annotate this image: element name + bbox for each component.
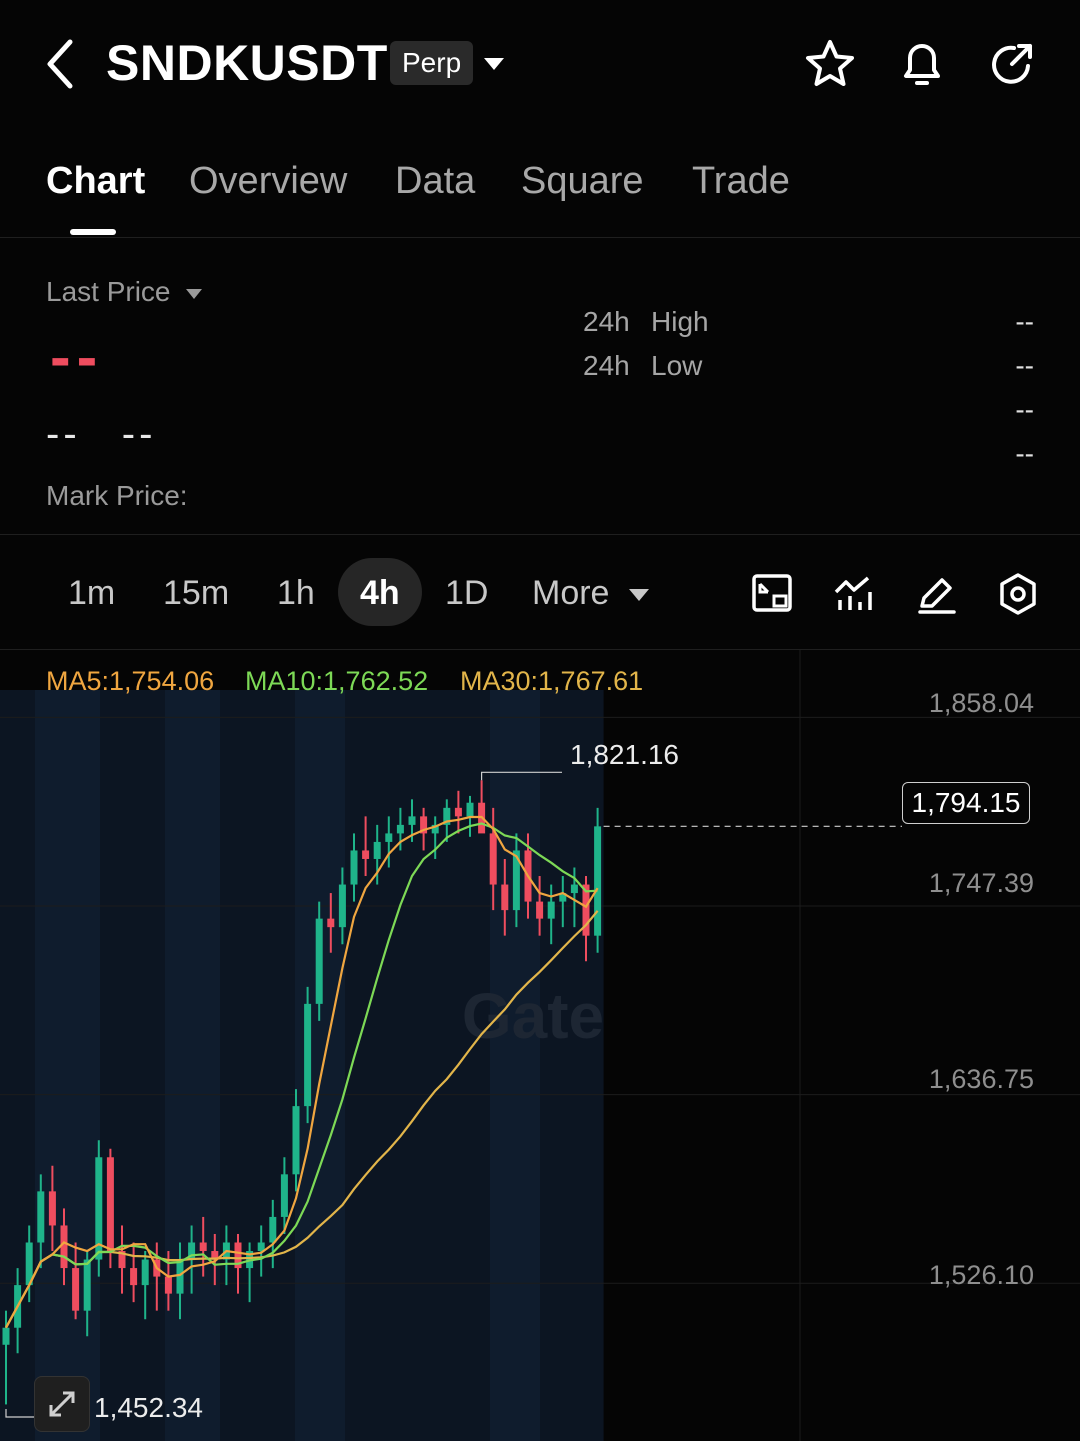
ma10-label: MA10:1,762.52 bbox=[245, 666, 429, 696]
alert-bell-icon[interactable] bbox=[896, 38, 948, 90]
max-price-annotation: 1,821.16 bbox=[570, 739, 679, 770]
candle-body bbox=[408, 816, 416, 825]
mark-price-label: Mark Price: bbox=[46, 480, 188, 511]
candle-body bbox=[373, 841, 381, 859]
last-price-label: Last Price bbox=[46, 276, 171, 307]
candlestick-chart[interactable]: Gate bbox=[0, 650, 1080, 1441]
candle-body bbox=[280, 1174, 288, 1217]
candle-body bbox=[60, 1225, 68, 1269]
session-band bbox=[295, 690, 345, 1441]
draw-pen-icon[interactable] bbox=[914, 572, 958, 616]
expand-chart-button[interactable] bbox=[34, 1376, 90, 1432]
low-label: Low bbox=[651, 350, 703, 381]
candle-body bbox=[547, 901, 555, 919]
high-prefix: 24h bbox=[583, 306, 630, 337]
low-value: -- bbox=[1015, 350, 1034, 381]
candle-body bbox=[130, 1268, 138, 1286]
candle-body bbox=[501, 884, 509, 911]
share-icon[interactable] bbox=[986, 38, 1038, 90]
more-caret-icon bbox=[628, 589, 649, 602]
timeframe-1h[interactable]: 1h bbox=[277, 574, 315, 613]
tab-square[interactable]: Square bbox=[521, 160, 644, 203]
candle-body bbox=[176, 1259, 184, 1294]
timeframe-1m[interactable]: 1m bbox=[68, 574, 115, 613]
session-band bbox=[490, 690, 540, 1441]
chart-settings-icon[interactable] bbox=[996, 572, 1040, 616]
indicators-icon[interactable] bbox=[832, 572, 876, 616]
price-change-row: -- -- bbox=[46, 412, 156, 457]
current-price-tag: 1,794.15 bbox=[902, 782, 1030, 824]
candle-body bbox=[164, 1276, 172, 1294]
high-value: -- bbox=[1015, 306, 1034, 337]
candle-body bbox=[338, 884, 346, 928]
last-price-caret-icon bbox=[186, 288, 203, 299]
symbol-title[interactable]: SNDKUSDT bbox=[106, 34, 388, 92]
session-band bbox=[35, 690, 100, 1441]
timeframe-4h[interactable]: 4h bbox=[360, 574, 400, 613]
ma30-label: MA30:1,767.61 bbox=[460, 666, 644, 696]
y-axis-tick: 1,858.04 bbox=[928, 688, 1034, 718]
candle-body bbox=[327, 918, 335, 928]
perp-badge[interactable]: Perp bbox=[390, 41, 474, 85]
candle-body bbox=[72, 1268, 80, 1311]
last-price-value: -- bbox=[50, 323, 104, 392]
y-axis-tick: 1,526.10 bbox=[928, 1260, 1034, 1290]
candle-body bbox=[350, 850, 358, 885]
expand-arrows-icon bbox=[49, 1391, 75, 1417]
candle-body bbox=[489, 833, 497, 885]
timeframe-15m[interactable]: 15m bbox=[163, 574, 229, 613]
candle-body bbox=[385, 833, 393, 842]
candle-body bbox=[83, 1259, 91, 1311]
candle-body bbox=[48, 1191, 56, 1226]
timeframe-more[interactable]: More bbox=[532, 574, 649, 613]
y-axis-tick: 1,747.39 bbox=[928, 868, 1034, 898]
candle-body bbox=[362, 850, 370, 859]
min-price-annotation: 1,452.34 bbox=[94, 1392, 203, 1423]
price-change-value: -- bbox=[46, 412, 81, 456]
candle-body bbox=[396, 824, 404, 834]
candle-body bbox=[466, 802, 474, 817]
candle-body bbox=[570, 884, 578, 894]
more-label: More bbox=[532, 574, 610, 612]
price-change-percent: -- bbox=[121, 412, 157, 456]
tab-data[interactable]: Data bbox=[395, 160, 475, 203]
back-arrow-icon[interactable] bbox=[40, 36, 84, 92]
tab-overview[interactable]: Overview bbox=[189, 160, 347, 203]
candle-body bbox=[2, 1327, 10, 1345]
candle-body bbox=[199, 1242, 207, 1252]
gate-watermark: Gate bbox=[462, 980, 604, 1052]
candle-body bbox=[454, 807, 462, 817]
candle-body bbox=[594, 826, 602, 936]
timeframe-1d[interactable]: 1D bbox=[445, 574, 488, 613]
candle-body bbox=[269, 1216, 277, 1243]
candle-body bbox=[37, 1191, 45, 1243]
stat-extra-value-1: -- bbox=[1015, 394, 1034, 425]
low-prefix: 24h bbox=[583, 350, 630, 381]
favorite-star-icon[interactable] bbox=[804, 38, 856, 90]
tab-trade[interactable]: Trade bbox=[692, 160, 790, 203]
last-price-selector[interactable]: Last Price bbox=[46, 276, 203, 308]
high-label: High bbox=[651, 306, 709, 337]
y-axis-tick: 1,636.75 bbox=[928, 1064, 1034, 1094]
price-divider bbox=[0, 534, 1080, 535]
tabs-divider bbox=[0, 237, 1080, 238]
stat-extra-value-2: -- bbox=[1015, 438, 1034, 469]
candle-body bbox=[141, 1259, 149, 1286]
symbol-dropdown-icon[interactable] bbox=[484, 58, 504, 70]
active-tab-indicator bbox=[70, 229, 116, 235]
fullscreen-chart-icon[interactable] bbox=[750, 572, 794, 616]
session-band bbox=[165, 690, 220, 1441]
candle-body bbox=[304, 1003, 312, 1107]
tab-chart[interactable]: Chart bbox=[46, 160, 145, 203]
candle-body bbox=[315, 918, 323, 1004]
candle-body bbox=[292, 1106, 300, 1175]
candle-body bbox=[536, 901, 544, 919]
candle-body bbox=[106, 1157, 114, 1252]
ma5-label: MA5:1,754.06 bbox=[46, 666, 215, 696]
